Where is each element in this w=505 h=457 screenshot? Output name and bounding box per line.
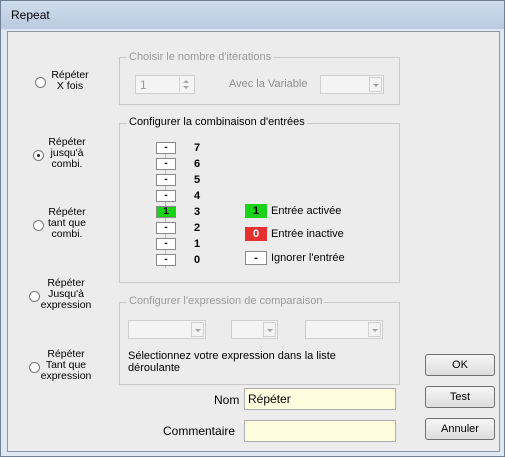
variable-label: Avec la Variable <box>229 78 308 90</box>
bit-4-label: 4 <box>194 190 201 202</box>
mode-label-line: combi. <box>51 158 83 170</box>
ok-button[interactable]: OK <box>425 354 495 376</box>
expression-operand-right-select[interactable] <box>305 320 383 339</box>
mode-label-until-expression: Répéter Jusqu'à expression <box>38 278 94 311</box>
bit-7-label: 7 <box>194 142 201 154</box>
mode-label-line: combi. <box>51 228 83 240</box>
bit-1-label: 1 <box>194 238 201 250</box>
bit-6-label: 6 <box>194 158 201 170</box>
mode-label-while-combination: Répéter tant que combi. <box>43 207 91 240</box>
chevron-down-icon[interactable] <box>191 322 204 337</box>
bit-7-toggle[interactable]: - <box>156 142 176 154</box>
mode-label-line: expression <box>40 370 92 382</box>
comment-input[interactable] <box>244 420 396 442</box>
bit-0-label: 0 <box>194 254 201 266</box>
bit-4-toggle[interactable]: - <box>156 190 176 202</box>
mode-label-line: expression <box>40 299 92 311</box>
title-bar[interactable]: Repeat <box>1 1 504 29</box>
mode-label-x-times: Répéter X fois <box>46 70 94 92</box>
legend-active-label: Entrée activée <box>271 205 342 217</box>
bit-0-toggle[interactable]: - <box>156 254 176 266</box>
spinner-arrows-icon[interactable] <box>179 77 193 92</box>
iterations-count-spinner[interactable]: 1 <box>135 75 195 94</box>
test-button[interactable]: Test <box>425 386 495 408</box>
legend-ignore-swatch: - <box>245 251 267 265</box>
chevron-down-icon[interactable] <box>368 322 381 337</box>
bit-2-label: 2 <box>194 222 201 234</box>
bit-1-toggle[interactable]: - <box>156 238 176 250</box>
mode-label-while-expression: Répéter Tant que expression <box>38 349 94 382</box>
window-title: Repeat <box>11 8 50 22</box>
bit-5-toggle[interactable]: - <box>156 174 176 186</box>
legend-ignore-label: Ignorer l'entrée <box>271 252 345 264</box>
chevron-down-icon[interactable] <box>263 322 276 337</box>
mode-label-until-combination: Répéter jusqu'à combi. <box>43 137 91 170</box>
legend-inactive-swatch: 0 <box>245 227 267 241</box>
comment-label: Commentaire <box>163 424 236 438</box>
name-label: Nom <box>214 393 240 407</box>
bit-3-toggle[interactable]: 1 <box>156 206 176 218</box>
name-input[interactable]: Répéter <box>244 388 396 410</box>
expression-operand-left-select[interactable] <box>128 320 206 339</box>
legend-active-swatch: 1 <box>245 204 267 218</box>
cancel-button[interactable]: Annuler <box>425 418 495 440</box>
bit-2-toggle[interactable]: - <box>156 222 176 234</box>
bit-5-label: 5 <box>194 174 201 186</box>
mode-label-line: X fois <box>56 80 84 92</box>
bit-3-label: 3 <box>194 206 201 218</box>
combination-legend: Configurer la combinaison d'entrées <box>127 116 307 128</box>
expression-operator-select[interactable] <box>231 320 278 339</box>
expression-hint: Sélectionnez votre expression dans la li… <box>128 350 336 374</box>
bit-6-toggle[interactable]: - <box>156 158 176 170</box>
chevron-down-icon[interactable] <box>369 77 382 92</box>
variable-select[interactable] <box>320 75 384 94</box>
iterations-legend: Choisir le nombre d'itérations <box>127 51 274 63</box>
legend-inactive-label: Entrée inactive <box>271 228 344 240</box>
radio-repeat-x-times[interactable] <box>35 77 46 88</box>
iterations-count-value: 1 <box>140 78 147 92</box>
expression-legend: Configurer l'expression de comparaison <box>127 295 325 307</box>
